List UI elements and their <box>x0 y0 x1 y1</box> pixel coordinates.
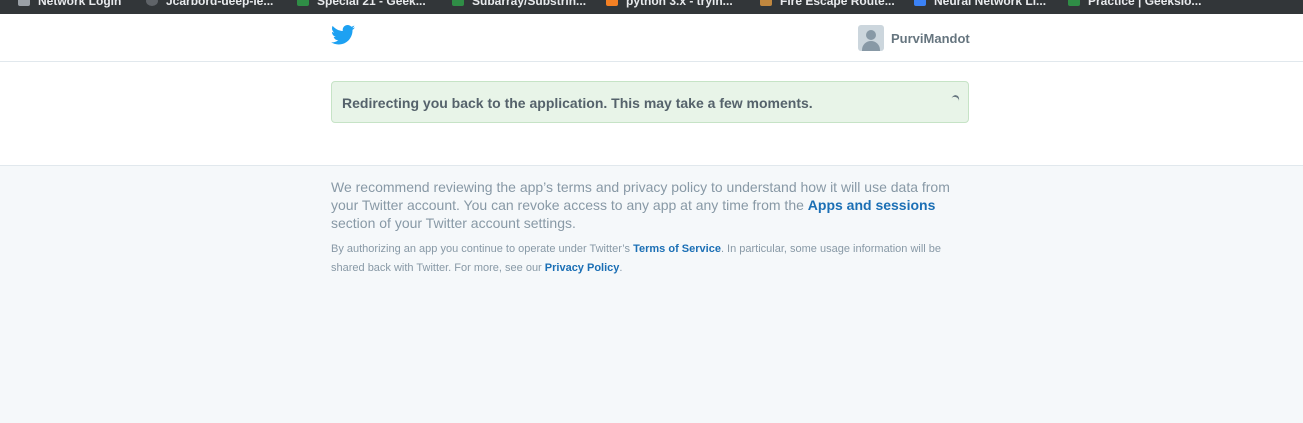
bookmark-icon <box>760 0 772 6</box>
main-section: Redirecting you back to the application.… <box>0 62 1303 166</box>
bookmark-label: Special 21 - Geek... <box>317 0 426 8</box>
recommend-paragraph: We recommend reviewing the app’s terms a… <box>331 178 971 232</box>
bookmark-label: Neural Network Li... <box>934 0 1047 8</box>
redirect-alert: Redirecting you back to the application.… <box>331 81 969 123</box>
twitter-bird-icon[interactable] <box>331 25 355 45</box>
footer-info: We recommend reviewing the app’s terms a… <box>331 178 971 278</box>
bookmark-item[interactable]: Practice | GeeksIo... <box>1068 0 1201 8</box>
user-account[interactable]: PurviMandot <box>858 25 970 51</box>
terms-of-service-link[interactable]: Terms of Service <box>633 243 721 255</box>
bookmark-item[interactable]: Jcarbord-deep-le... <box>146 0 273 8</box>
page-icon <box>18 0 30 6</box>
bookmark-label: Subarray/Substrin... <box>472 0 587 8</box>
bookmarks-bar: Network Login Jcarbord-deep-le... Specia… <box>0 0 1303 14</box>
privacy-policy-link[interactable]: Privacy Policy <box>545 262 620 274</box>
geeksforgeeks-icon <box>297 0 309 6</box>
avatar[interactable] <box>858 25 884 51</box>
github-icon <box>146 0 158 6</box>
fine-print-paragraph: By authorizing an app you continue to op… <box>331 240 971 278</box>
bookmark-item[interactable]: Fire Escape Route... <box>760 0 895 8</box>
bookmark-label: Jcarbord-deep-le... <box>166 0 274 8</box>
bookmark-label: Network Login <box>38 0 122 8</box>
stackoverflow-icon <box>606 0 618 6</box>
recommend-suffix: section of your Twitter account settings… <box>331 215 576 231</box>
bookmark-item[interactable]: Neural Network Li... <box>914 0 1046 8</box>
username[interactable]: PurviMandot <box>891 31 970 46</box>
bookmark-item[interactable]: Subarray/Substrin... <box>452 0 586 8</box>
page-header: PurviMandot <box>0 14 1303 62</box>
fine-text-1: By authorizing an app you continue to op… <box>331 243 634 255</box>
fine-text-3: . <box>619 262 623 274</box>
geeksforgeeks-icon <box>452 0 464 6</box>
alert-message: Redirecting you back to the application.… <box>342 95 813 111</box>
document-icon <box>914 0 926 6</box>
geeksforgeeks-icon <box>1068 0 1080 6</box>
bookmark-label: Practice | GeeksIo... <box>1088 0 1202 8</box>
bookmark-item[interactable]: Network Login <box>18 0 121 8</box>
bookmark-item[interactable]: python 3.x - tryin... <box>606 0 733 8</box>
apps-and-sessions-link[interactable]: Apps and sessions <box>808 197 936 213</box>
bookmark-label: python 3.x - tryin... <box>626 0 733 8</box>
loading-spinner-icon <box>949 93 961 107</box>
bookmark-item[interactable]: Special 21 - Geek... <box>297 0 426 8</box>
bookmark-label: Fire Escape Route... <box>780 0 895 8</box>
